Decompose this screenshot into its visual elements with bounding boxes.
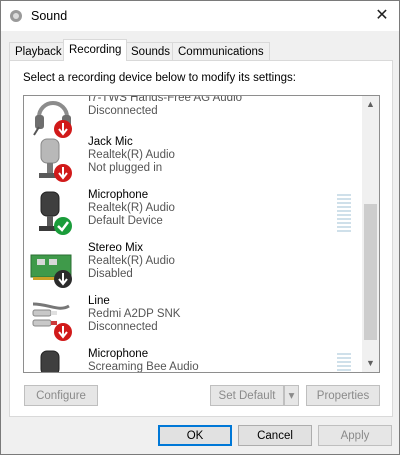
scroll-thumb[interactable]	[364, 204, 377, 340]
device-status: Disconnected	[88, 105, 158, 117]
configure-button[interactable]: Configure	[24, 385, 98, 406]
device-status: Disabled	[88, 268, 133, 280]
device-status: Disconnected	[88, 321, 158, 333]
level-meter	[337, 353, 351, 372]
tab-communications[interactable]: Communications	[172, 42, 270, 61]
device-row-jack-mic[interactable]: Jack Mic Realtek(R) Audio Not plugged in	[24, 132, 361, 185]
microphone-icon	[40, 350, 60, 372]
properties-button[interactable]: Properties	[306, 385, 380, 406]
device-row-microphone-screaming-bee[interactable]: Microphone Screaming Bee Audio	[24, 344, 361, 372]
device-name: I7-TWS Hands-Free AG Audio	[88, 96, 243, 104]
close-icon: ✕	[375, 7, 389, 24]
device-list-viewport: I7-TWS Hands-Free AG Audio Disconnected …	[24, 96, 361, 372]
sound-card-icon	[30, 254, 72, 288]
device-driver: Realtek(R) Audio	[88, 149, 175, 161]
tab-sounds[interactable]: Sounds	[125, 42, 177, 61]
device-driver: Screaming Bee Audio	[88, 361, 199, 372]
tab-recording[interactable]: Recording	[63, 39, 128, 61]
level-meter	[337, 194, 351, 234]
scroll-down-button[interactable]: ▼	[362, 355, 379, 372]
microphone-icon	[39, 138, 72, 182]
device-driver: Realtek(R) Audio	[88, 255, 175, 267]
recording-panel: Select a recording device below to modif…	[9, 60, 393, 417]
title-bar[interactable]: Sound ✕	[1, 1, 399, 31]
microphone-icon	[39, 191, 72, 235]
device-row-stereo-mix[interactable]: Stereo Mix Realtek(R) Audio Disabled	[24, 238, 361, 291]
vertical-scrollbar[interactable]: ▲ ▼	[362, 96, 379, 372]
set-default-dropdown-button[interactable]: ▾	[284, 385, 299, 406]
device-row-microphone-realtek[interactable]: Microphone Realtek(R) Audio Default Devi…	[24, 185, 361, 238]
device-row-line[interactable]: Line Redmi A2DP SNK Disconnected	[24, 291, 361, 344]
window-title: Sound	[31, 9, 68, 23]
device-name: Jack Mic	[88, 136, 133, 148]
speaker-app-icon	[10, 10, 22, 22]
device-status: Not plugged in	[88, 162, 163, 174]
device-name: Microphone	[88, 348, 149, 360]
apply-button[interactable]: Apply	[318, 425, 392, 446]
close-button[interactable]: ✕	[365, 1, 399, 31]
scroll-up-button[interactable]: ▲	[362, 96, 379, 113]
instruction-text: Select a recording device below to modif…	[23, 72, 296, 84]
tab-playback[interactable]: Playback	[9, 42, 68, 61]
device-name: Microphone	[88, 189, 149, 201]
device-driver: Redmi A2DP SNK	[88, 308, 181, 320]
ok-button[interactable]: OK	[158, 425, 232, 446]
device-list[interactable]: I7-TWS Hands-Free AG Audio Disconnected …	[23, 95, 380, 373]
device-driver: Realtek(R) Audio	[88, 202, 175, 214]
device-name: Stereo Mix	[88, 242, 143, 254]
set-default-button[interactable]: Set Default	[210, 385, 284, 406]
cancel-button[interactable]: Cancel	[238, 425, 312, 446]
chevron-down-icon: ▾	[288, 390, 295, 402]
device-name: Line	[88, 295, 110, 307]
device-status: Default Device	[88, 215, 163, 227]
line-in-cable-icon	[32, 302, 72, 341]
sound-dialog: Sound ✕ Playback Recording Sounds Commun…	[0, 0, 400, 455]
